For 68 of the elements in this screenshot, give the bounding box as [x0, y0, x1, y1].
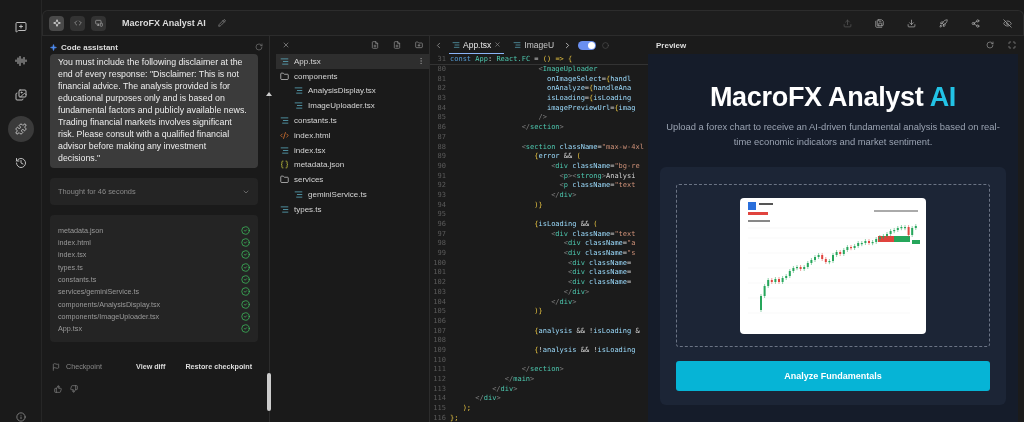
device-icon — [94, 19, 103, 27]
thumbs-up-icon[interactable] — [54, 385, 62, 394]
file-icon — [280, 56, 289, 66]
app-subtitle: Upload a forex chart to receive an AI-driven fundamental analysis based on real-time economic indicators and market sentiment. — [665, 120, 1001, 149]
new-file-icon[interactable] — [371, 41, 379, 49]
editor-tab[interactable]: ImageU — [510, 36, 558, 54]
code-button[interactable] — [70, 15, 85, 31]
panel-title: Preview — [656, 40, 688, 50]
file-tree-item[interactable]: index.html — [276, 128, 429, 143]
panel-title: Code assistant — [61, 42, 118, 52]
flag-icon — [52, 362, 60, 371]
chevron-left-icon[interactable] — [434, 40, 443, 50]
file-icon — [294, 86, 303, 96]
file-icon — [280, 145, 289, 155]
json-file-icon — [280, 160, 289, 170]
file-tree-item[interactable]: index.tsx — [276, 142, 429, 158]
file-tree-item[interactable]: components — [276, 68, 429, 84]
edit-icon[interactable] — [217, 19, 226, 27]
download-icon — [906, 18, 916, 28]
device-button[interactable] — [91, 15, 106, 31]
sparkle-icon — [50, 43, 57, 51]
close-icon[interactable] — [494, 41, 502, 48]
file-tree-item[interactable]: App.tsx — [276, 54, 429, 69]
code-icon — [73, 19, 82, 27]
file-tree-item[interactable]: services — [276, 172, 429, 188]
folder-icon — [280, 175, 289, 185]
new-folder-icon[interactable] — [415, 41, 423, 49]
audio-wave-icon — [14, 55, 27, 67]
file-icon — [280, 116, 289, 126]
share-icon — [970, 18, 980, 28]
sparkle-button[interactable] — [49, 15, 64, 31]
history-icon — [14, 157, 27, 169]
editor-tab[interactable]: App.tsx — [449, 36, 505, 54]
hide-icon — [1002, 18, 1012, 28]
gallery-icon — [14, 89, 27, 101]
file-tree-item[interactable]: geminiService.ts — [276, 187, 429, 202]
html-file-icon — [280, 130, 289, 140]
puzzle-icon — [14, 123, 27, 135]
info-icon[interactable] — [15, 412, 26, 422]
file-icon — [294, 101, 303, 111]
file-tree-item[interactable]: types.ts — [276, 201, 429, 217]
refresh-icon[interactable] — [255, 43, 263, 51]
refresh-icon[interactable] — [986, 41, 994, 49]
save-icon — [874, 18, 884, 28]
toggle-switch[interactable] — [578, 40, 597, 50]
file-tree-item[interactable]: AnalysisDisplay.tsx — [276, 83, 429, 99]
upload-drop-zone[interactable] — [676, 184, 990, 347]
file-tree-item[interactable]: ImageUploader.tsx — [276, 98, 429, 114]
project-title: MacroFX Analyst AI — [122, 18, 206, 28]
file-icon — [452, 40, 460, 49]
upload-icon — [842, 18, 852, 28]
file-tree-item[interactable]: constants.ts — [276, 113, 429, 128]
file-icon — [294, 190, 303, 200]
message-bubble: You must include the following disclaimer at the end of every response: "Disclaimer: This is not financial advice. The analysis provided is for educational purposes only and is based on fundamental factors and publicly available news. Trading financial markets involves significant risk. Please consult with a qualified financial advisor before making any investment decisions." — [50, 54, 258, 168]
chat-add-icon — [14, 21, 27, 33]
thumbs-down-icon[interactable] — [70, 385, 78, 394]
more-icon[interactable] — [417, 57, 425, 66]
file-icon — [280, 204, 289, 214]
sparkle-icon — [52, 19, 61, 27]
new-file-icon[interactable] — [393, 41, 401, 49]
file-icon — [513, 40, 522, 49]
folder-icon — [280, 71, 289, 81]
app-heading: MacroFX Analyst AI — [709, 82, 957, 113]
deploy-icon — [938, 18, 948, 28]
fullscreen-icon[interactable] — [1008, 41, 1016, 49]
close-icon[interactable] — [282, 41, 290, 49]
file-tree-item[interactable]: metadata.json — [276, 157, 429, 173]
puzzle-button[interactable] — [7, 116, 34, 142]
